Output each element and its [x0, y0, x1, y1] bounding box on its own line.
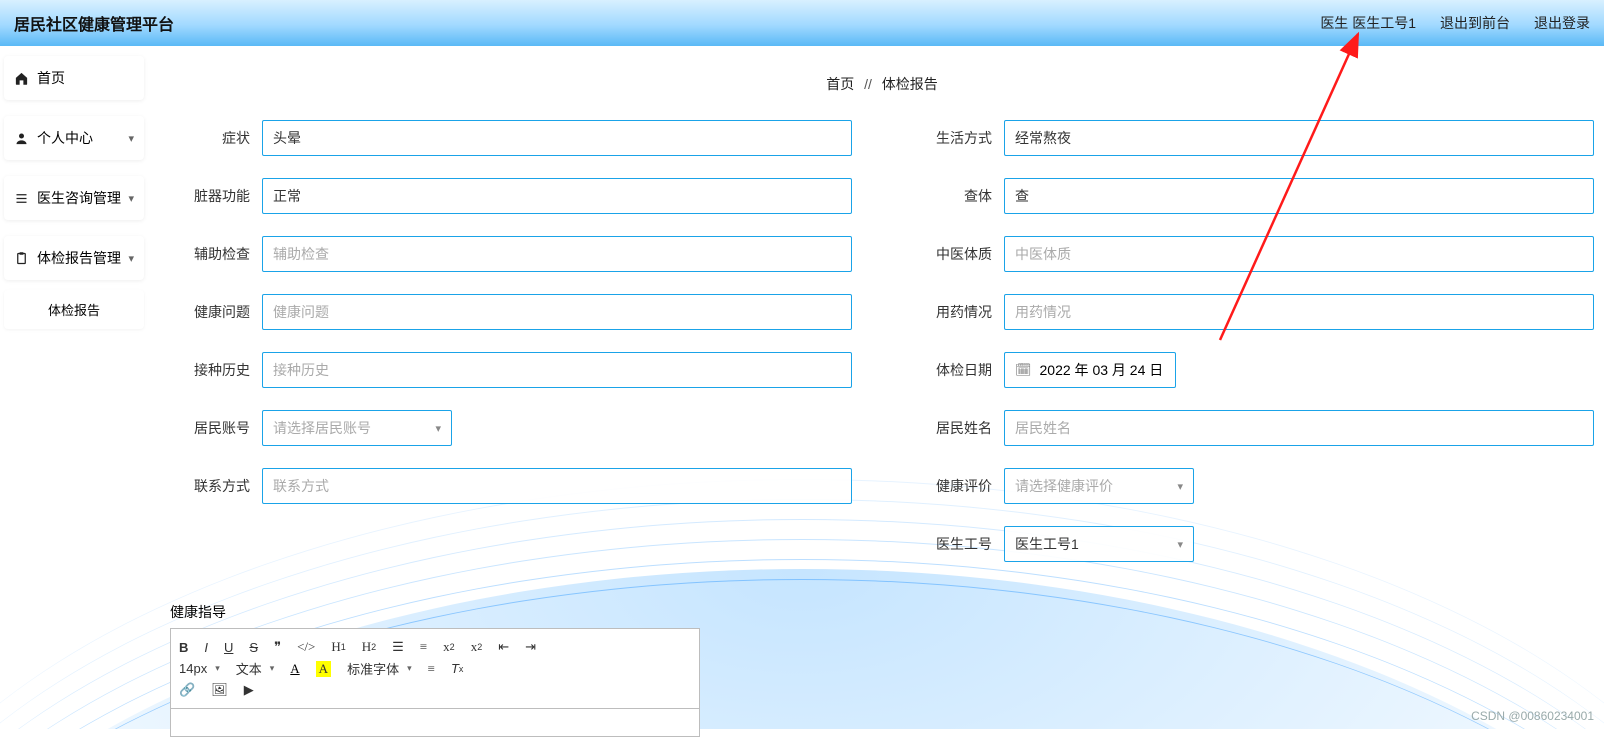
sidebar-subitem-report[interactable]: 体检报告	[4, 290, 144, 329]
select-docid[interactable]: 医生工号1 ▾	[1004, 526, 1194, 562]
subscript-button[interactable]: x2	[443, 639, 455, 655]
input-vaccine[interactable]	[262, 352, 852, 388]
sidebar-item-personal[interactable]: 个人中心 ▾	[4, 116, 144, 160]
sidebar-item-label: 体检报告管理	[37, 248, 121, 268]
underline-button[interactable]: U	[224, 640, 233, 655]
chevron-down-icon: ▾	[128, 132, 134, 145]
sidebar-item-report-mgmt[interactable]: 体检报告管理 ▾	[4, 236, 144, 280]
exit-front-button[interactable]: 退出到前台	[1440, 13, 1510, 33]
label-organ: 脏器功能	[170, 186, 250, 206]
input-contact[interactable]	[262, 468, 852, 504]
clearformat-button[interactable]: Tx	[451, 661, 463, 676]
label-date: 体检日期	[912, 360, 992, 380]
label-drug: 用药情况	[912, 302, 992, 322]
header: 居民社区健康管理平台 医生 医生工号1 退出到前台 退出登录	[0, 0, 1604, 46]
label-eval: 健康评价	[912, 476, 992, 496]
header-actions: 医生 医生工号1 退出到前台 退出登录	[1320, 13, 1590, 33]
chevron-down-icon: ▾	[1177, 538, 1183, 551]
chevron-down-icon: ▾	[128, 252, 134, 265]
date-value: 2022 年 03 月 24 日	[1040, 360, 1164, 380]
sidebar-item-home[interactable]: 首页	[4, 56, 144, 100]
chevron-down-icon: ▾	[1177, 480, 1183, 493]
breadcrumb: 首页 // 体检报告	[170, 74, 1594, 94]
font-select[interactable]: 标准字体▾	[347, 659, 412, 678]
italic-button[interactable]: I	[204, 640, 208, 655]
main-content: 首页 // 体检报告 症状 脏器功能 辅助检查 健康问题 接种历史 居民账号 请…	[160, 46, 1604, 729]
label-lifestyle: 生活方式	[912, 128, 992, 148]
label-symptom: 症状	[170, 128, 250, 148]
watermark: CSDN @00860234001	[1471, 709, 1594, 723]
user-label[interactable]: 医生 医生工号1	[1320, 13, 1416, 33]
select-eval[interactable]: 请选择健康评价 ▾	[1004, 468, 1194, 504]
style-select[interactable]: 文本▾	[236, 659, 275, 678]
sidebar-item-consult[interactable]: 医生咨询管理 ▾	[4, 176, 144, 220]
list-icon	[14, 191, 29, 206]
clipboard-icon	[14, 251, 29, 266]
input-date[interactable]: 🗓 2022 年 03 月 24 日	[1004, 352, 1176, 388]
editor-section: 健康指导 B I U S ❞ </> H1 H2 ☰ ≡ x2 x2 ⇤ ⇥ 1…	[170, 602, 1594, 737]
breadcrumb-sep: //	[864, 76, 872, 92]
editor-body[interactable]	[170, 709, 700, 737]
indent-button[interactable]: ⇤	[498, 639, 509, 655]
bgcolor-button[interactable]: A	[316, 661, 331, 677]
label-aux: 辅助检查	[170, 244, 250, 264]
video-button[interactable]: ▶	[244, 682, 254, 698]
superscript-button[interactable]: x2	[471, 639, 483, 655]
sidebar-item-label: 首页	[37, 68, 65, 88]
ul-button[interactable]: ≡	[420, 639, 427, 655]
label-contact: 联系方式	[170, 476, 250, 496]
input-name[interactable]	[1004, 410, 1594, 446]
breadcrumb-current: 体检报告	[882, 76, 938, 92]
sidebar-item-label: 医生咨询管理	[37, 188, 121, 208]
quote-button[interactable]: ❞	[274, 639, 281, 655]
strike-button[interactable]: S	[249, 640, 258, 655]
input-drug[interactable]	[1004, 294, 1594, 330]
outdent-button[interactable]: ⇥	[525, 639, 536, 655]
home-icon	[14, 71, 29, 86]
form-right-column: 生活方式 查体 中医体质 用药情况 体检日期 🗓 2022 年 03 月 24 …	[912, 120, 1594, 584]
label-guidance: 健康指导	[170, 602, 1594, 622]
sidebar: 首页 个人中心 ▾ 医生咨询管理 ▾ 体检报告管理 ▾ 体检报告	[0, 46, 150, 343]
editor-toolbar: B I U S ❞ </> H1 H2 ☰ ≡ x2 x2 ⇤ ⇥ 14px▾ …	[170, 628, 700, 709]
input-symptom[interactable]	[262, 120, 852, 156]
input-issue[interactable]	[262, 294, 852, 330]
calendar-icon: 🗓	[1015, 362, 1032, 378]
h1-button[interactable]: H1	[331, 639, 345, 655]
image-button[interactable]: 🖼	[211, 682, 228, 698]
form-left-column: 症状 脏器功能 辅助检查 健康问题 接种历史 居民账号 请选择居民账号 ▾ 联系…	[170, 120, 852, 584]
input-body[interactable]	[1004, 178, 1594, 214]
chevron-down-icon: ▾	[435, 422, 441, 435]
logout-button[interactable]: 退出登录	[1534, 13, 1590, 33]
app-title: 居民社区健康管理平台	[14, 11, 174, 35]
bold-button[interactable]: B	[179, 640, 188, 655]
h2-button[interactable]: H2	[362, 639, 376, 655]
chevron-down-icon: ▾	[128, 192, 134, 205]
input-aux[interactable]	[262, 236, 852, 272]
label-name: 居民姓名	[912, 418, 992, 438]
breadcrumb-home[interactable]: 首页	[826, 76, 854, 92]
label-vaccine: 接种历史	[170, 360, 250, 380]
ol-button[interactable]: ☰	[392, 639, 404, 655]
input-lifestyle[interactable]	[1004, 120, 1594, 156]
sidebar-item-label: 个人中心	[37, 128, 93, 148]
label-body: 查体	[912, 186, 992, 206]
link-button[interactable]: 🔗	[179, 682, 195, 698]
label-docid: 医生工号	[912, 534, 992, 554]
user-icon	[14, 131, 29, 146]
sidebar-item-label: 体检报告	[48, 303, 100, 318]
fontcolor-button[interactable]: A	[290, 661, 299, 677]
label-account: 居民账号	[170, 418, 250, 438]
label-issue: 健康问题	[170, 302, 250, 322]
label-tcm: 中医体质	[912, 244, 992, 264]
align-button[interactable]: ≡	[428, 661, 435, 677]
input-organ[interactable]	[262, 178, 852, 214]
select-account[interactable]: 请选择居民账号 ▾	[262, 410, 452, 446]
input-tcm[interactable]	[1004, 236, 1594, 272]
code-button[interactable]: </>	[297, 639, 315, 655]
fontsize-select[interactable]: 14px▾	[179, 661, 220, 676]
